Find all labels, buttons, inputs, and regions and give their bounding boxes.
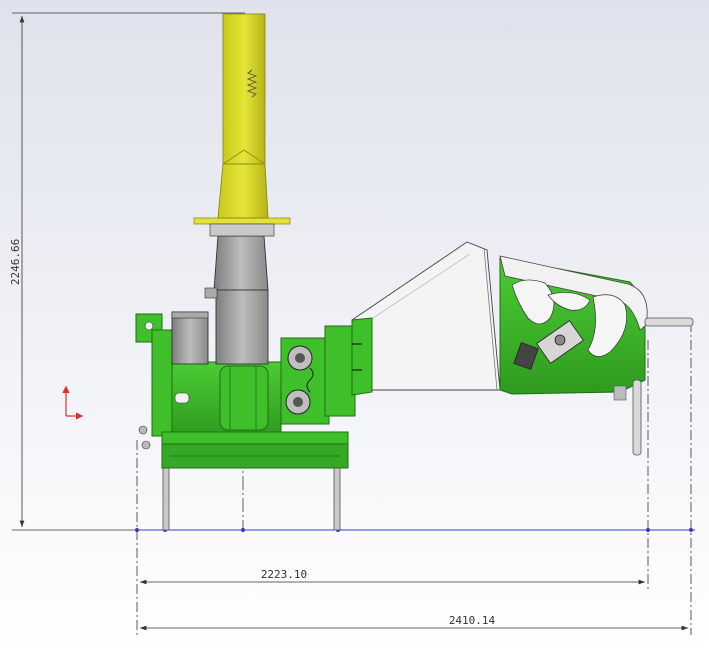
- chute-flange: [193, 217, 291, 225]
- width-short-dimension-label: 2223.10: [261, 568, 307, 581]
- hydraulic-tank: [171, 311, 209, 365]
- height-dimension-label: 2246.66: [9, 239, 22, 285]
- cad-drawing-canvas: 2246.66 2223.10 2410.14: [0, 0, 709, 653]
- base-frame: [161, 431, 349, 469]
- width-long-dimension-label: 2410.14: [449, 614, 496, 627]
- wood-chipper-side-view: 2246.66 2223.10 2410.14: [0, 0, 709, 653]
- discharge-chute-upper: [217, 13, 269, 219]
- chipper-main-housing: [157, 361, 282, 437]
- chute-swivel-ring: [209, 223, 275, 237]
